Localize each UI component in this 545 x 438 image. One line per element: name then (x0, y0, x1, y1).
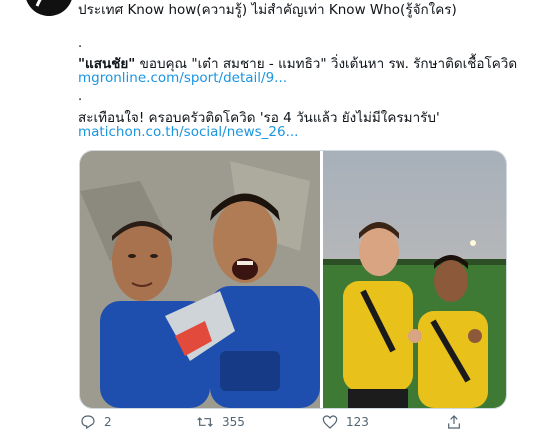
reply-button[interactable]: 2 (80, 414, 112, 430)
retweet-count: 355 (222, 415, 245, 429)
tweet-action-bar: 2 355 123 (0, 414, 545, 438)
reply-icon (81, 415, 95, 430)
tweet-link-2-row: matichon.co.th/social/news_26... (78, 124, 298, 140)
photo-left[interactable] (80, 151, 320, 408)
avatar[interactable] (25, 0, 73, 16)
photo-right[interactable] (323, 151, 506, 408)
avatar-logo-icon (26, 0, 72, 16)
tweet-link-1[interactable]: mgronline.com/sport/detail/9... (78, 70, 287, 86)
profile-bio-line: ประเทศ Know how(ความรู้) ไม่สำคัญเท่า Kn… (78, 2, 457, 18)
heart-icon (322, 415, 338, 429)
like-count: 123 (346, 415, 369, 429)
bullet-dot: . (78, 36, 83, 51)
like-button[interactable]: 123 (322, 414, 369, 430)
share-icon (448, 415, 460, 429)
bullet-dot: . (78, 89, 83, 104)
tweet-link-1-row: mgronline.com/sport/detail/9... (78, 70, 287, 86)
share-button[interactable] (446, 414, 462, 430)
tweet-link-2[interactable]: matichon.co.th/social/news_26... (78, 124, 298, 140)
retweet-icon (197, 417, 213, 427)
reply-count: 2 (104, 415, 112, 429)
media-card[interactable] (79, 150, 507, 409)
retweet-button[interactable]: 355 (196, 414, 245, 430)
